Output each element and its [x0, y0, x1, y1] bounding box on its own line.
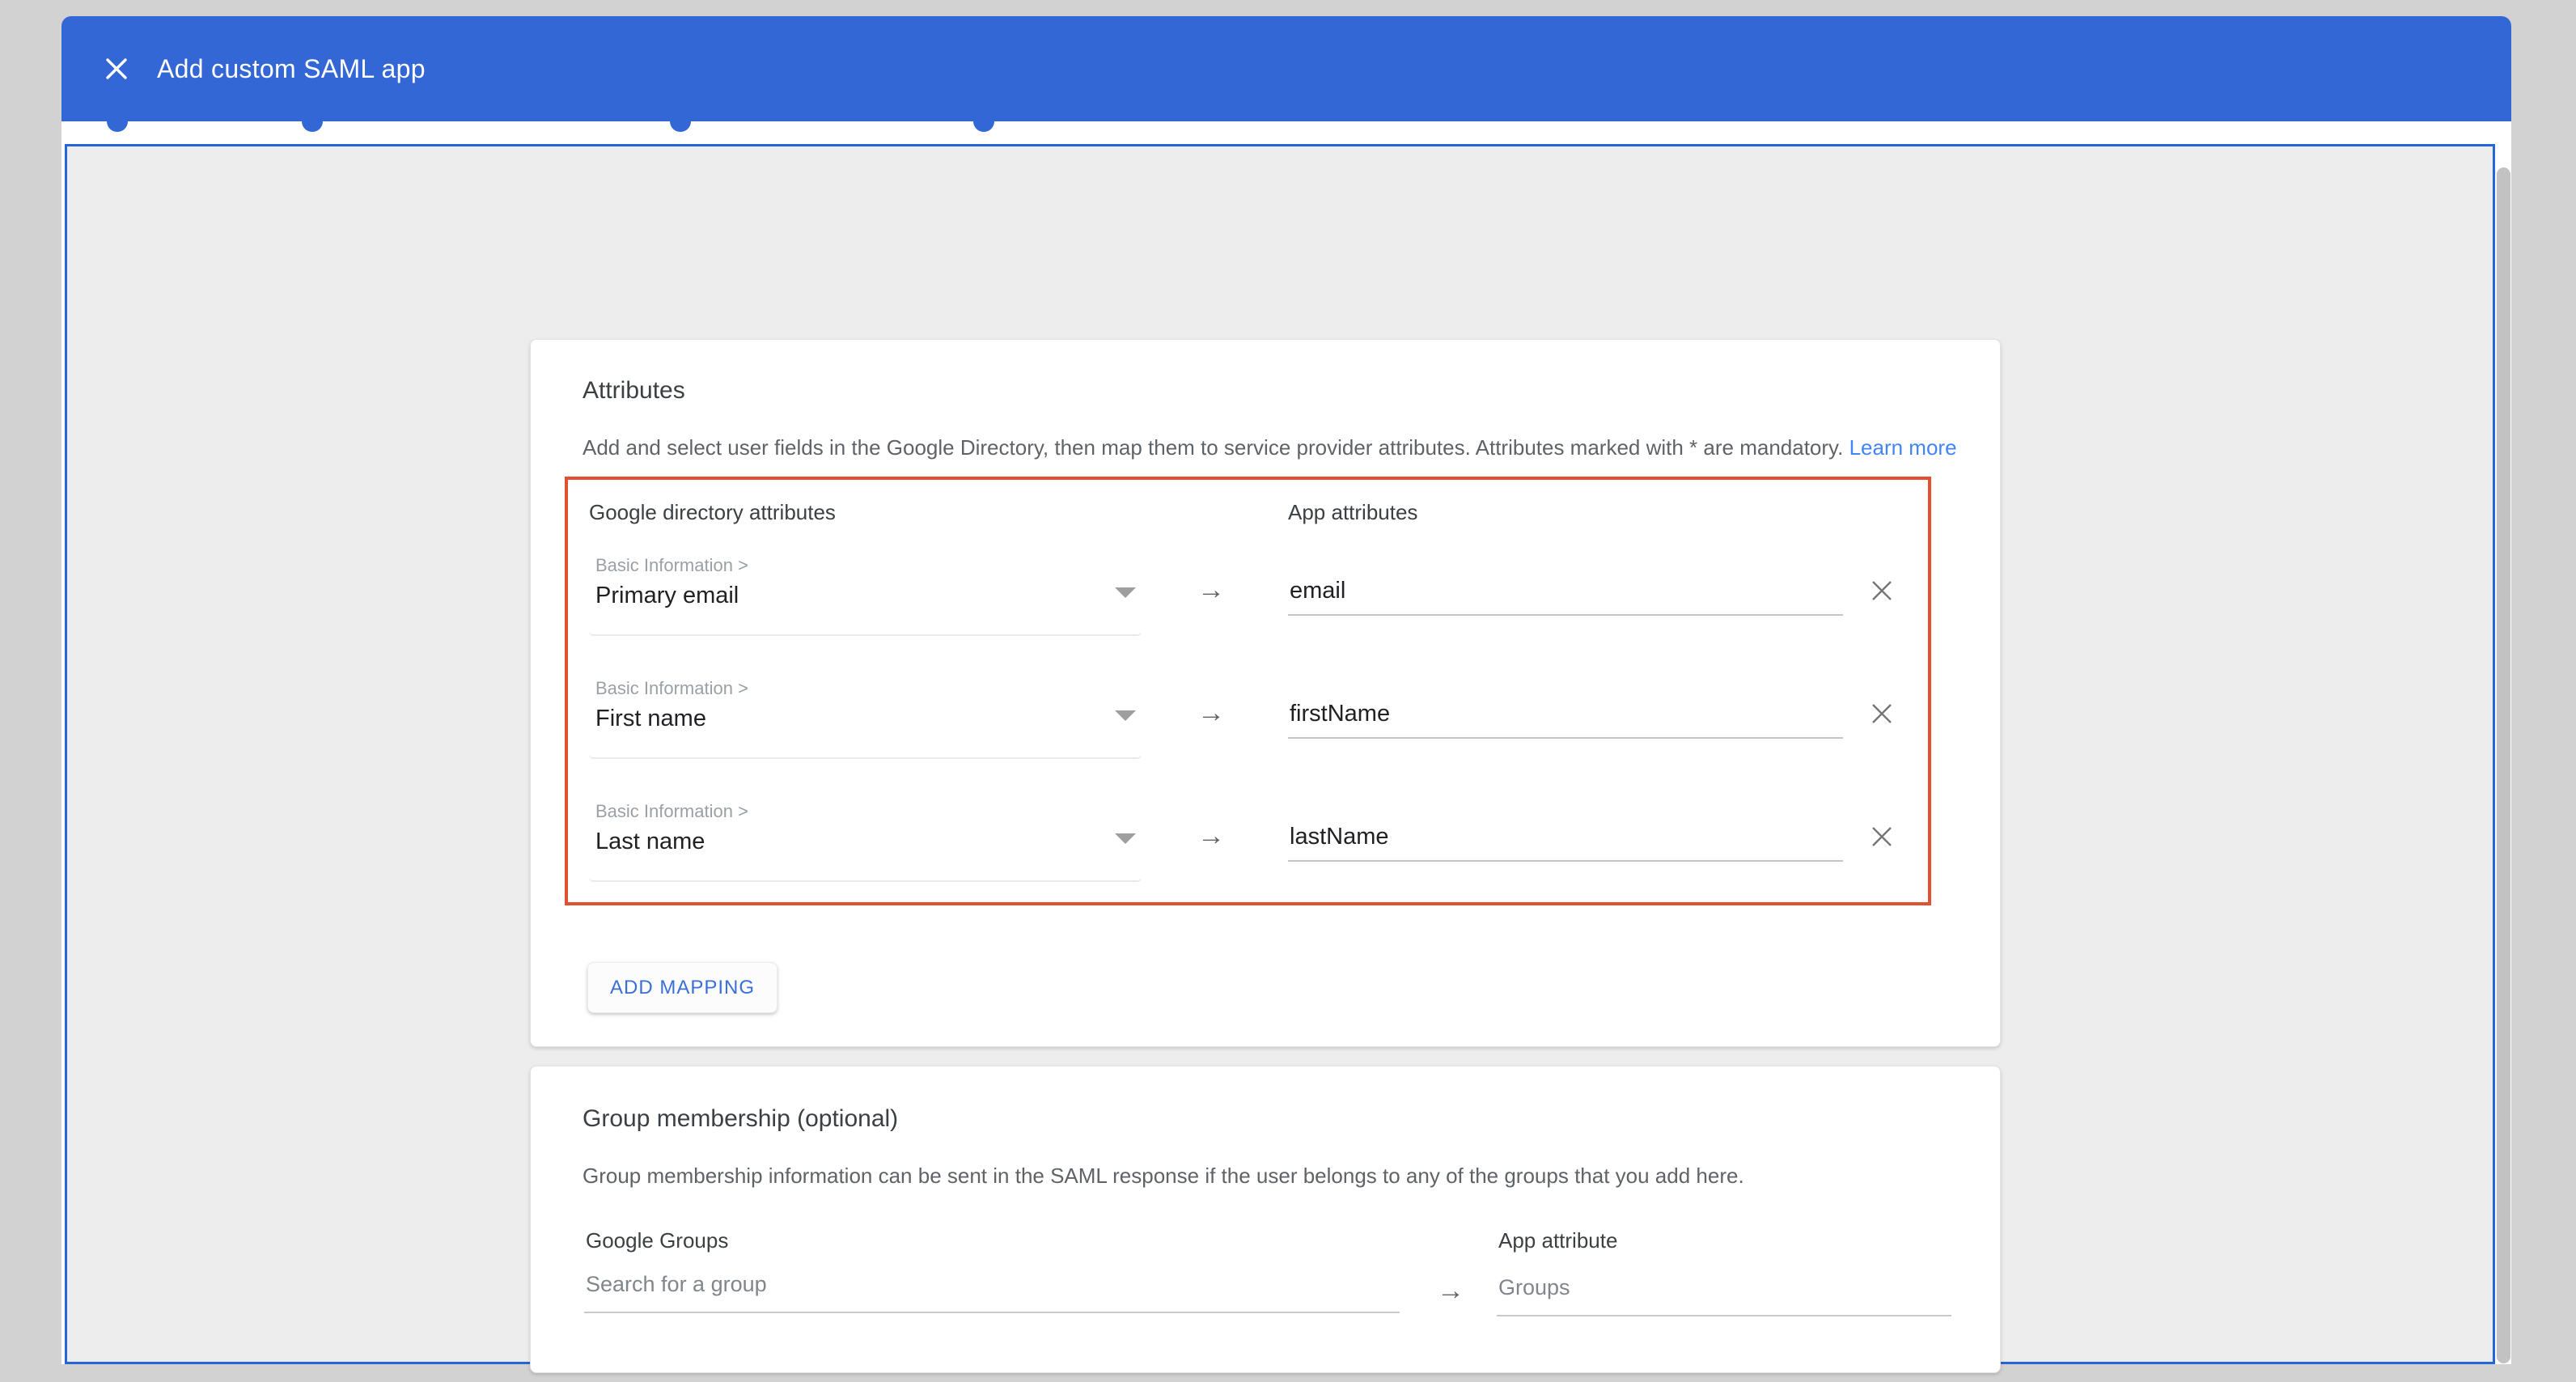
groups-app-attribute-field: [1497, 1275, 1951, 1316]
add-saml-app-dialog: Add custom SAML app Attributes Add and s…: [61, 16, 2511, 1364]
group-card-title: Group membership (optional): [583, 1105, 898, 1133]
arrow-right-icon: →: [1437, 1275, 1464, 1307]
attributes-card-title: Attributes: [583, 377, 685, 405]
column-header-app: App attributes: [1288, 500, 1417, 525]
attributes-description-text: Add and select user fields in the Google…: [583, 435, 1843, 460]
group-membership-card: Group membership (optional) Group member…: [530, 1066, 2001, 1373]
column-header-directory: Google directory attributes: [589, 500, 836, 525]
app-attribute-field: [1288, 824, 1843, 862]
attribute-category-label: Basic Information >: [595, 801, 748, 822]
attributes-card-description: Add and select user fields in the Google…: [583, 435, 1957, 460]
chevron-down-icon: [1115, 587, 1136, 598]
group-card-description: Group membership information can be sent…: [583, 1164, 1744, 1189]
remove-icon: [1870, 702, 1894, 726]
app-attribute-input[interactable]: [1288, 701, 1843, 739]
attribute-category-label: Basic Information >: [595, 555, 748, 576]
screen: Add custom SAML app Attributes Add and s…: [0, 0, 2576, 1382]
arrow-right-icon: →: [1197, 820, 1246, 852]
app-attribute-field: [1288, 701, 1843, 739]
app-attribute-input[interactable]: [1288, 824, 1843, 862]
content-area: Attributes Add and select user fields in…: [65, 144, 2495, 1364]
close-icon[interactable]: [97, 49, 136, 88]
close-icon-glyph: [101, 53, 132, 84]
chevron-down-icon: [1115, 833, 1136, 844]
chevron-down-icon: [1115, 710, 1136, 721]
mapping-row: Basic Information > First name →: [589, 678, 1954, 775]
groups-app-attribute-input[interactable]: [1497, 1275, 1951, 1316]
add-mapping-button[interactable]: ADD MAPPING: [587, 962, 777, 1013]
attribute-selected-value: First name: [595, 706, 706, 732]
dialog-title: Add custom SAML app: [157, 54, 426, 84]
remove-icon: [1870, 579, 1894, 603]
vertical-scrollbar-thumb[interactable]: [2497, 167, 2510, 1363]
mapping-row: Basic Information > Primary email →: [589, 555, 1954, 652]
app-attribute-input[interactable]: [1288, 578, 1843, 616]
dialog-header: Add custom SAML app: [61, 16, 2511, 121]
directory-attribute-select[interactable]: Basic Information > Last name: [589, 801, 1142, 882]
app-attribute-label: App attribute: [1498, 1228, 1617, 1253]
attribute-selected-value: Last name: [595, 829, 705, 855]
arrow-right-icon: →: [1197, 574, 1246, 606]
group-search-field: [584, 1272, 1400, 1313]
learn-more-link[interactable]: Learn more: [1849, 435, 1957, 460]
directory-attribute-select[interactable]: Basic Information > Primary email: [589, 555, 1142, 636]
remove-icon: [1870, 825, 1894, 849]
remove-mapping-button[interactable]: [1864, 573, 1900, 608]
mapping-row: Basic Information > Last name →: [589, 801, 1954, 898]
arrow-right-icon: →: [1197, 697, 1246, 729]
attribute-selected-value: Primary email: [595, 583, 739, 609]
directory-attribute-select[interactable]: Basic Information > First name: [589, 678, 1142, 759]
remove-mapping-button[interactable]: [1864, 819, 1900, 854]
app-attribute-field: [1288, 578, 1843, 616]
attributes-card: Attributes Add and select user fields in…: [530, 339, 2001, 1047]
google-groups-label: Google Groups: [586, 1228, 728, 1253]
attribute-category-label: Basic Information >: [595, 678, 748, 699]
remove-mapping-button[interactable]: [1864, 696, 1900, 731]
group-search-input[interactable]: [584, 1272, 1400, 1313]
